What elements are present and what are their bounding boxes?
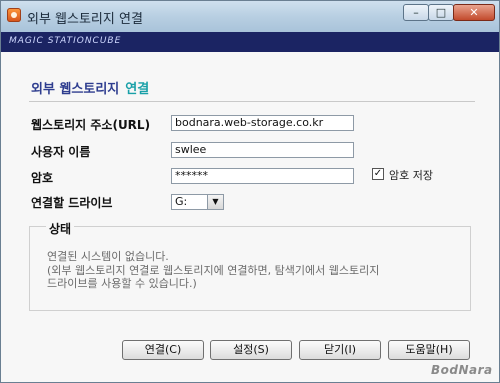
brand-banner: MAGIC STATIONCUBE xyxy=(1,32,499,52)
page-title-accent: 연결 xyxy=(125,82,150,97)
dropdown-arrow-icon[interactable]: ▼ xyxy=(207,195,223,209)
watermark-logo: BodNara xyxy=(431,363,493,377)
maximize-button[interactable]: □ xyxy=(428,4,454,21)
minimize-button[interactable]: – xyxy=(403,4,429,21)
status-message-line3: 드라이브를 사용할 수 있습니다.) xyxy=(47,277,197,290)
app-icon xyxy=(7,8,21,22)
save-password-checkbox[interactable]: ✓ xyxy=(372,168,384,180)
dialog-content: 외부 웹스토리지 연결 웹스토리지 주소(URL) bodnara.web-sto… xyxy=(1,52,499,382)
brand-logo: MAGIC STATIONCUBE xyxy=(9,36,122,46)
drive-label: 연결할 드라이브 xyxy=(31,196,113,210)
settings-button[interactable]: 설정(S) xyxy=(210,340,292,360)
window-title: 외부 웹스토리지 연결 xyxy=(27,12,143,27)
connect-button[interactable]: 연결(C) xyxy=(122,340,204,360)
page-title: 외부 웹스토리지 연결 xyxy=(31,78,149,97)
close-window-button[interactable]: ✕ xyxy=(453,4,495,21)
heading-divider xyxy=(29,101,475,102)
help-button[interactable]: 도움말(H) xyxy=(388,340,470,360)
status-title: 상태 xyxy=(46,220,75,237)
address-input[interactable]: bodnara.web-storage.co.kr xyxy=(171,115,354,131)
drive-select[interactable]: G: ▼ xyxy=(171,194,224,210)
password-label: 암호 xyxy=(31,171,54,185)
password-input[interactable]: ****** xyxy=(171,168,354,184)
close-button[interactable]: 닫기(I) xyxy=(299,340,381,360)
dialog-window: 외부 웹스토리지 연결 – □ ✕ MAGIC STATIONCUBE 외부 웹… xyxy=(0,0,500,383)
title-bar[interactable]: 외부 웹스토리지 연결 – □ ✕ xyxy=(1,1,499,32)
page-title-prefix: 외부 웹스토리지 xyxy=(31,82,120,97)
save-password-label: 암호 저장 xyxy=(389,169,433,182)
username-label: 사용자 이름 xyxy=(31,145,91,159)
username-input[interactable]: swlee xyxy=(171,142,354,158)
drive-select-value: G: xyxy=(175,195,188,208)
address-label: 웹스토리지 주소(URL) xyxy=(31,118,151,132)
